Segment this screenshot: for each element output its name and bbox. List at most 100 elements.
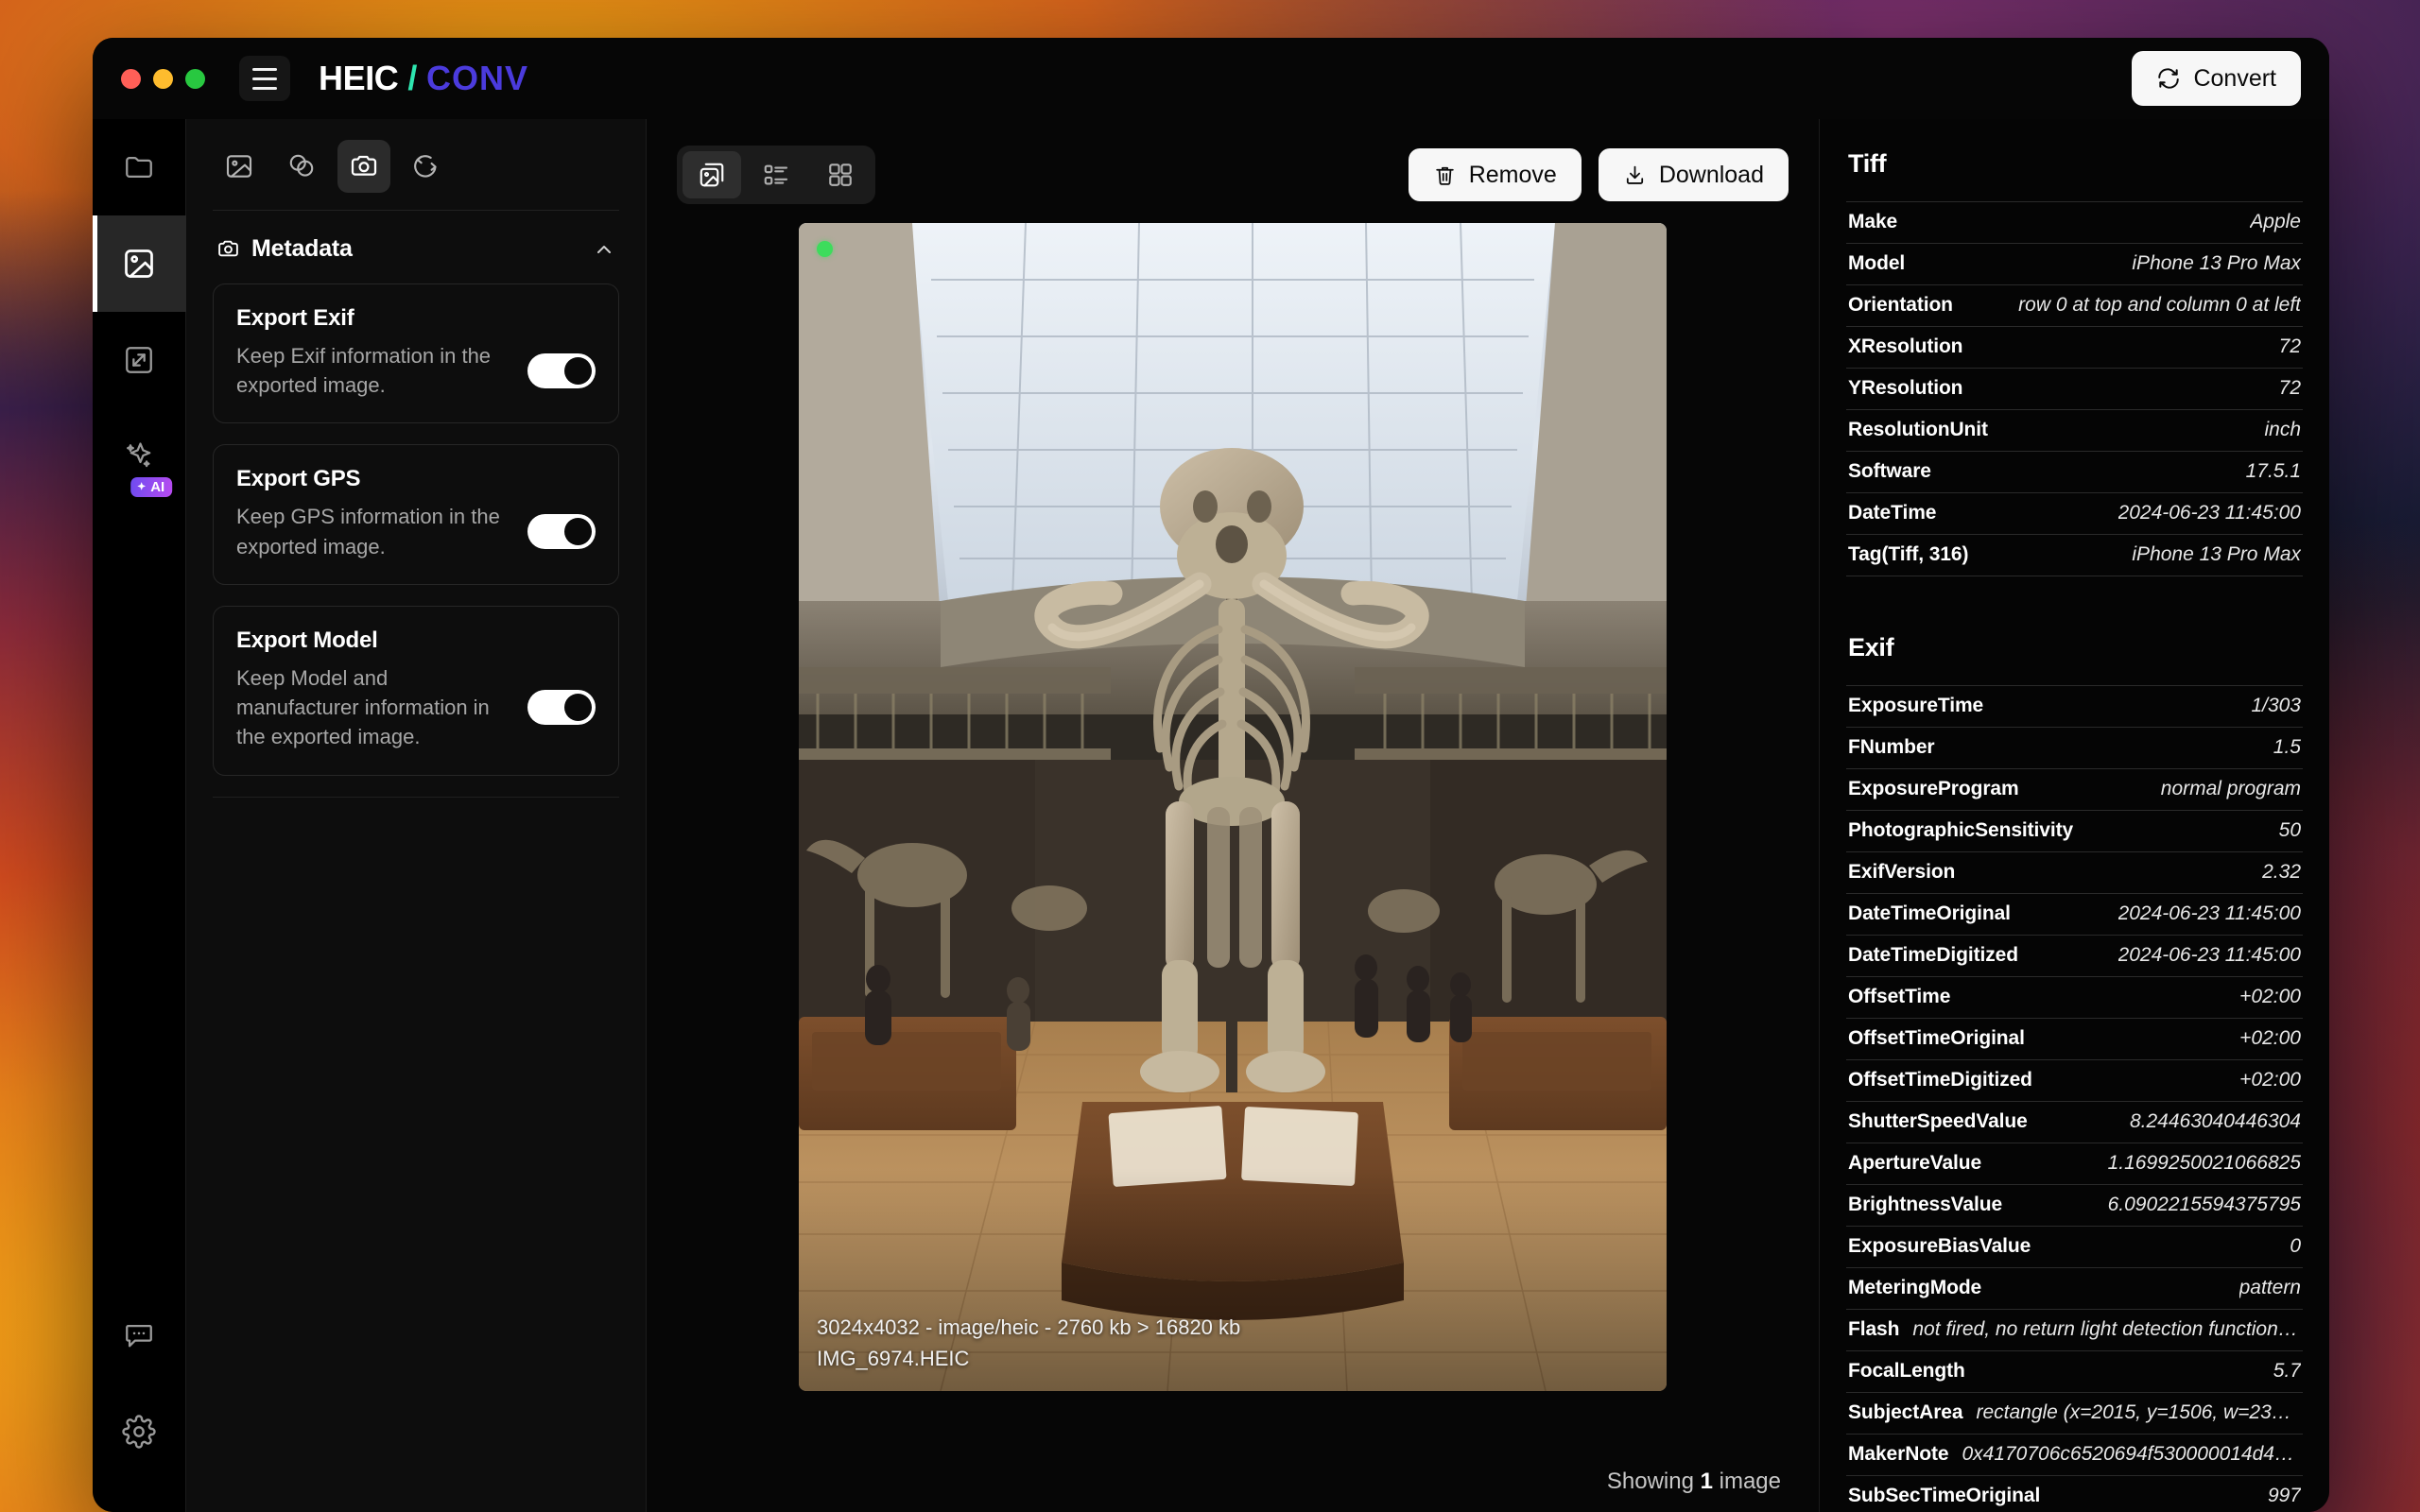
sidebar-item-resize[interactable]: [93, 312, 186, 408]
metadata-key: DateTime: [1848, 502, 1936, 524]
metadata-value: 17.5.1: [2246, 460, 2301, 483]
metadata-value: +02:00: [2239, 1069, 2301, 1091]
metadata-key: FNumber: [1848, 736, 1934, 759]
tab-format[interactable]: [213, 140, 266, 193]
metadata-row: BrightnessValue6.0902215594375795: [1846, 1184, 2303, 1226]
metadata-row: Tag(Tiff, 316)iPhone 13 Pro Max: [1846, 534, 2303, 576]
resize-icon: [123, 344, 155, 376]
tab-rotate[interactable]: [400, 140, 453, 193]
sidebar-item-feedback[interactable]: [93, 1287, 186, 1383]
metadata-key: FocalLength: [1848, 1360, 1965, 1383]
metadata-row: FNumber 1.5: [1846, 727, 2303, 768]
logo-separator: /: [407, 59, 417, 98]
metadata-section-title: Metadata: [251, 235, 353, 263]
metadata-row: MakerNote 0x4170706c6520694f530000014d4d.…: [1846, 1434, 2303, 1475]
chevron-up-icon[interactable]: [593, 238, 615, 261]
metadata-value: 1.5: [2273, 736, 2301, 759]
museum-photo: [799, 223, 1667, 1391]
toolbar-actions: Remove Download: [1409, 148, 1789, 201]
sidebar-item-ai[interactable]: AI: [93, 408, 186, 505]
remove-button[interactable]: Remove: [1409, 148, 1582, 201]
metadata-value: rectangle (x=2015, y=1506, w=2323...: [1976, 1401, 2301, 1424]
image-preview[interactable]: 3024x4032 - image/heic - 2760 kb > 16820…: [799, 223, 1667, 1391]
tab-quality[interactable]: [275, 140, 328, 193]
gear-icon: [122, 1415, 156, 1449]
menu-toggle-button[interactable]: [239, 56, 290, 101]
option-body: Keep Model and manufacturer information …: [236, 663, 596, 752]
ai-badge: AI: [130, 477, 172, 497]
ai-badge-label: AI: [150, 480, 164, 494]
metadata-value: 2024-06-23 11:45:00: [2118, 902, 2301, 925]
metadata-key: DateTimeDigitized: [1848, 944, 2018, 967]
convert-button-label: Convert: [2193, 65, 2276, 93]
metadata-value: 0: [2290, 1235, 2301, 1258]
metadata-key: ExposureBiasValue: [1848, 1235, 2031, 1258]
logo-part-one: HEIC: [319, 59, 398, 98]
settings-divider: [213, 797, 619, 798]
camera-icon: [216, 237, 240, 261]
status-badge: [817, 241, 833, 257]
metadata-row: ResolutionUnitinch: [1846, 409, 2303, 451]
metadata-value: 997: [2268, 1485, 2301, 1507]
metadata-group-title-exif: Exif: [1848, 633, 2303, 662]
metadata-value: 72: [2279, 335, 2301, 358]
metadata-key: DateTimeOriginal: [1848, 902, 2011, 925]
image-icon: [122, 247, 156, 281]
metadata-row: OffsetTimeDigitized+02:00: [1846, 1059, 2303, 1101]
sidebar-item-settings[interactable]: [93, 1383, 186, 1480]
metadata-row: DateTimeOriginal 2024-06-23 11:45:00: [1846, 893, 2303, 935]
showing-suffix: image: [1713, 1469, 1781, 1494]
metadata-row: MeteringModepattern: [1846, 1267, 2303, 1309]
download-button[interactable]: Download: [1599, 148, 1789, 201]
sidebar-item-folder[interactable]: [93, 119, 186, 215]
metadata-value: iPhone 13 Pro Max: [2132, 543, 2301, 566]
option-export-gps: Export GPS Keep GPS information in the e…: [213, 444, 619, 584]
metadata-key: Flash: [1848, 1318, 1899, 1341]
metadata-key: Orientation: [1848, 294, 1953, 317]
metadata-value: 50: [2279, 819, 2301, 842]
metadata-key: MakerNote: [1848, 1443, 1948, 1466]
trash-icon: [1433, 163, 1457, 187]
metadata-row: Orientationrow 0 at top and column 0 at …: [1846, 284, 2303, 326]
option-description: Keep Model and manufacturer information …: [236, 663, 512, 752]
export-gps-toggle[interactable]: [527, 514, 596, 549]
metadata-row: Software17.5.1: [1846, 451, 2303, 492]
minimize-window-button[interactable]: [153, 69, 173, 89]
metadata-value: 2024-06-23 11:45:00: [2118, 502, 2301, 524]
metadata-value: pattern: [2239, 1277, 2301, 1299]
metadata-key: PhotographicSensitivity: [1848, 819, 2073, 842]
sparkles-icon: [122, 439, 156, 473]
metadata-row: SubjectArearectangle (x=2015, y=1506, w=…: [1846, 1392, 2303, 1434]
view-mode-list[interactable]: [747, 151, 805, 198]
metadata-value: 6.0902215594375795: [2108, 1194, 2301, 1216]
export-model-toggle[interactable]: [527, 690, 596, 725]
tab-metadata[interactable]: [337, 140, 390, 193]
metadata-key: XResolution: [1848, 335, 1962, 358]
metadata-value: 0x4170706c6520694f530000014d4d...: [1962, 1443, 2301, 1466]
metadata-row: OffsetTime+02:00: [1846, 976, 2303, 1018]
view-mode-grid[interactable]: [811, 151, 870, 198]
option-title: Export Model: [236, 627, 596, 654]
maximize-window-button[interactable]: [185, 69, 205, 89]
showing-count-label: Showing 1 image: [1607, 1453, 1789, 1512]
metadata-value: not fired, no return light detection fun…: [1912, 1318, 2301, 1341]
showing-prefix: Showing: [1607, 1469, 1701, 1494]
close-window-button[interactable]: [121, 69, 141, 89]
chat-icon: [123, 1319, 155, 1351]
metadata-section-header[interactable]: Metadata: [213, 211, 619, 284]
folder-icon: [123, 151, 155, 183]
hamburger-line: [252, 87, 277, 90]
settings-panel: Metadata Export Exif Keep Exif informati…: [186, 119, 647, 1512]
titlebar: HEIC / CONV Convert: [93, 38, 2329, 119]
metadata-row: XResolution 72: [1846, 326, 2303, 368]
metadata-value: 2.32: [2262, 861, 2301, 884]
metadata-row: OffsetTimeOriginal+02:00: [1846, 1018, 2303, 1059]
sidebar-item-images[interactable]: [93, 215, 186, 312]
metadata-key: ExposureProgram: [1848, 778, 2019, 800]
metadata-value: 8.24463040446304: [2130, 1110, 2301, 1133]
logo-part-two: CONV: [426, 59, 528, 98]
view-mode-single[interactable]: [683, 151, 741, 198]
export-exif-toggle[interactable]: [527, 353, 596, 388]
convert-button[interactable]: Convert: [2132, 51, 2301, 106]
metadata-value: +02:00: [2239, 986, 2301, 1008]
